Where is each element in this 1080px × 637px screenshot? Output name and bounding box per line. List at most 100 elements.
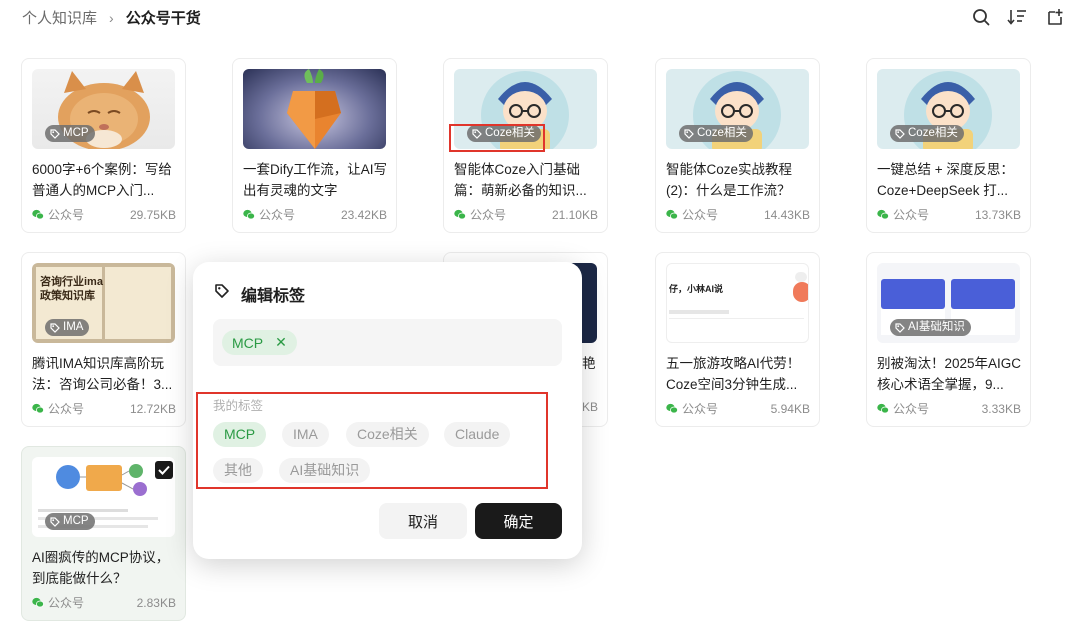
tag-chip-label: IMA [63,321,84,333]
card-title: 一套Dify工作流，让AI写出有灵魂的文字 [243,162,388,198]
tag-icon [50,322,60,333]
wechat-icon [666,403,678,414]
wechat-icon [877,403,889,414]
card-title: 五一旅游攻略AI代劳！Coze空间3分钟生成... [666,356,801,392]
highlight-box [196,392,548,489]
card-meta: 公众号 29.75KB [32,206,176,223]
card-meta: KB [582,400,602,414]
card-meta: 公众号 14.43KB [666,206,810,223]
tag-icon [684,128,694,139]
card-source: 公众号 [893,208,930,222]
tag-chip: MCP [45,513,95,530]
wechat-icon [243,209,255,220]
card-title: AI圈疯传的MCP协议，到底能做什么？ [32,550,170,586]
card-size: 21.10KB [551,207,598,222]
check-icon [158,465,170,475]
wechat-icon [32,597,44,608]
card-meta: 公众号 2.83KB [32,594,176,611]
card-title: 智能体Coze入门基础篇：萌新必备的知识... [454,162,587,198]
breadcrumb-current: 公众号干货 [125,10,201,27]
card-source: 公众号 [682,402,719,416]
remove-tag-icon[interactable]: ✕ [275,334,287,351]
slides-thumbnail: AI基础知识 [877,263,1020,343]
breadcrumb: 个人知识库 › 公众号干货 [22,7,201,28]
card-source: 公众号 [682,208,719,222]
card-size: 12.72KB [129,401,176,416]
card-source: 公众号 [48,208,85,222]
card-meta: 公众号 21.10KB [454,206,598,223]
card-size: 23.42KB [340,207,387,222]
tag-icon [50,128,60,139]
card-size: KB [582,400,599,414]
card-size: 29.75KB [129,207,176,222]
doc-card[interactable]: MCP AI圈疯传的MCP协议，到底能做什么？ 公众号 2.83KB [21,446,186,621]
tag-chip-label: MCP [63,127,89,139]
tag-chip: Coze相关 [679,125,753,142]
dialog-title: 编辑标签 [241,288,306,305]
checkbox-checked[interactable] [155,461,173,479]
card-size: 3.33KB [981,401,1021,416]
wechat-icon [32,209,44,220]
highlight-box [449,124,545,152]
tag-chip-label: AI基础知识 [908,321,965,333]
doc-card[interactable]: Coze相关 智能体Coze实战教程(2)：什么是工作流？ 公众号 14.43K… [655,58,820,233]
tag-chip: AI基础知识 [890,319,971,336]
wechat-icon [877,209,889,220]
tag-chip: Coze相关 [890,125,964,142]
selected-tags-field[interactable]: MCP ✕ [213,319,562,366]
card-title: 别被淘汰！2025年AIGC核心术语全掌握，9... [877,356,1022,392]
tag-icon [214,283,230,304]
tag-icon [50,516,60,527]
header: 个人知识库 › 公众号干货 [0,0,1080,34]
wechat-icon [454,209,466,220]
card-title: 腾讯IMA知识库高阶玩法：咨询公司必备！3... [32,356,173,392]
card-meta: 公众号 23.42KB [243,206,387,223]
coze-boy-thumbnail: Coze相关 [666,69,809,149]
mcp-diagram-thumbnail: MCP [32,457,175,537]
doc-card[interactable]: 仔，小林AI说 五一旅游攻略AI代劳！Coze空间3分钟生成... 公众号 5.… [655,252,820,427]
card-source: 公众号 [893,402,930,416]
doc-card[interactable]: 一套Dify工作流，让AI写出有灵魂的文字 公众号 23.42KB [232,58,397,233]
doc-card[interactable]: 咨询行业ima 政策知识库 IMA 腾讯IMA知识库高阶玩法：咨询公司必备！3.… [21,252,186,427]
selected-tag[interactable]: MCP ✕ [222,330,297,355]
card-title: 艳 [582,356,596,371]
card-meta: 公众号 13.73KB [877,206,1021,223]
card-title: 一键总结 + 深度反思：Coze+DeepSeek 打... [877,162,1014,198]
card-size: 2.83KB [136,595,176,610]
card-size: 14.43KB [763,207,810,222]
card-size: 13.73KB [974,207,1021,222]
coze-boy-thumbnail: Coze相关 [877,69,1020,149]
tag-icon [895,128,905,139]
cancel-button[interactable]: 取消 [379,503,467,539]
doc-card[interactable]: MCP 6000字+6个案例：写给普通人的MCP入门... 公众号 29.75K… [21,58,186,233]
sort-icon[interactable] [1005,5,1029,29]
tag-chip-label: MCP [63,515,89,527]
selected-tag-label: MCP [232,334,264,351]
add-page-icon[interactable] [1042,5,1066,29]
wechat-icon [666,209,678,220]
tag-chip: MCP [45,125,95,142]
card-source: 公众号 [259,208,296,222]
confirm-button[interactable]: 确定 [475,503,562,539]
wechat-icon [32,403,44,414]
carrot-thumbnail [243,69,386,149]
card-meta: 公众号 3.33KB [877,400,1021,417]
card-meta: 公众号 5.94KB [666,400,810,417]
tag-chip-label: Coze相关 [908,127,958,139]
card-title: 6000字+6个案例：写给普通人的MCP入门... [32,162,172,198]
breadcrumb-root[interactable]: 个人知识库 [22,7,97,28]
card-size: 5.94KB [770,401,810,416]
doc-card[interactable]: AI基础知识 别被淘汰！2025年AIGC核心术语全掌握，9... 公众号 3.… [866,252,1031,427]
card-meta: 公众号 12.72KB [32,400,176,417]
tag-chip: IMA [45,319,90,336]
card-source: 公众号 [470,208,507,222]
cat-thumbnail: MCP [32,69,175,149]
thumb-text: 仔，小林AI说 [669,284,724,294]
coze-space-thumbnail: 仔，小林AI说 [666,263,809,343]
thumb-text: 咨询行业ima 政策知识库 [40,276,103,302]
card-title: 智能体Coze实战教程(2)：什么是工作流？ [666,162,793,198]
card-source: 公众号 [48,596,85,610]
doc-card[interactable]: Coze相关 一键总结 + 深度反思：Coze+DeepSeek 打... 公众… [866,58,1031,233]
tag-chip-label: Coze相关 [697,127,747,139]
search-icon[interactable] [969,5,993,29]
